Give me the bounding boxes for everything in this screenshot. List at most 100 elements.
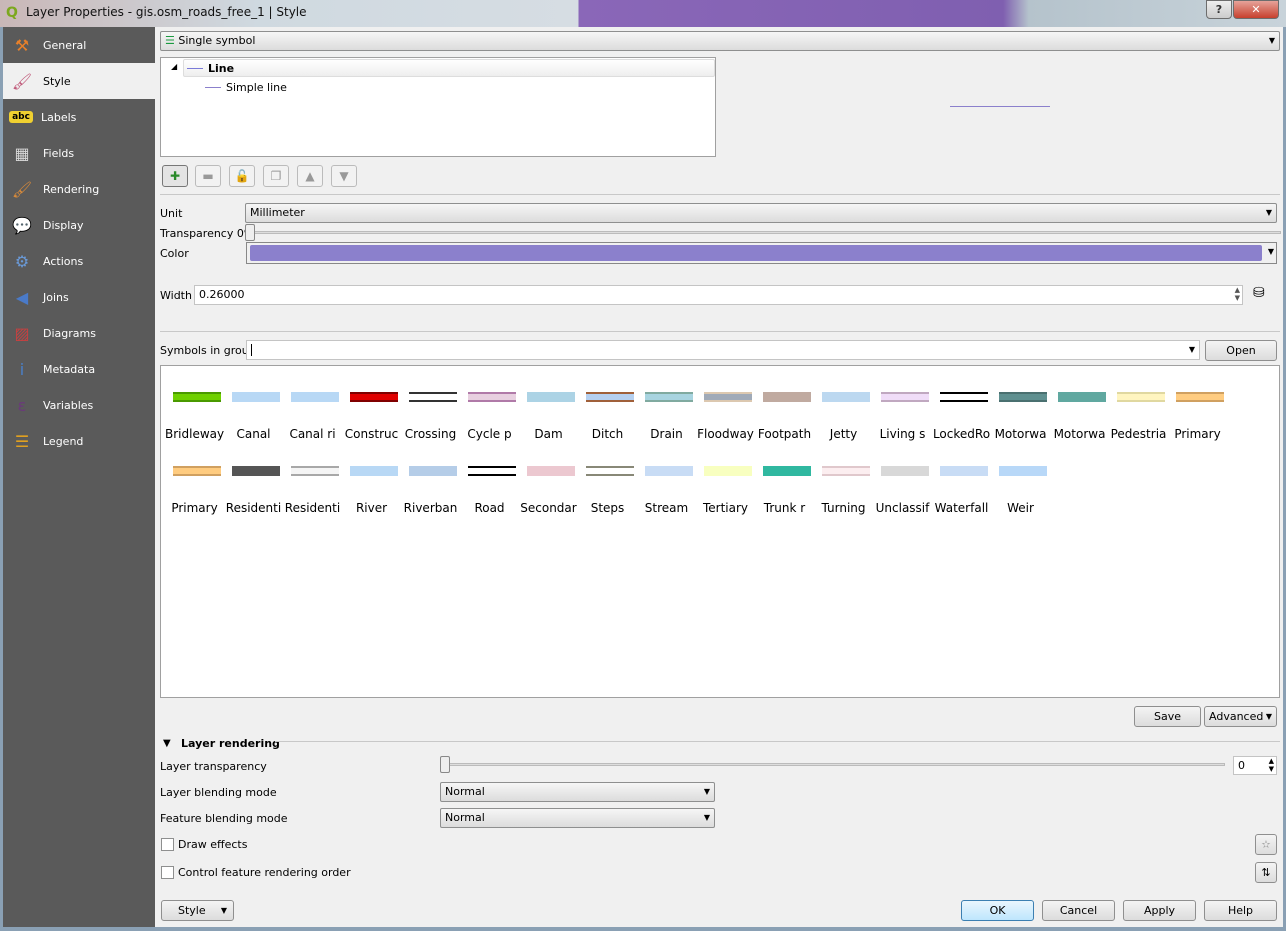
layer-transparency-handle[interactable] bbox=[440, 756, 450, 773]
color-button[interactable]: ▼ bbox=[246, 242, 1277, 264]
symbol-item[interactable]: Bridleway bbox=[165, 368, 224, 442]
symbol-grid[interactable]: Bridleway Canal Canal ri Construc Crossing Cy… bbox=[160, 365, 1280, 698]
symbol-item[interactable]: Crossing bbox=[401, 368, 460, 442]
symbol-item[interactable]: Unclassif bbox=[873, 442, 932, 516]
symbol-item[interactable]: Primary bbox=[165, 442, 224, 516]
symbol-item[interactable]: Dam bbox=[519, 368, 578, 442]
layer-transparency-slider[interactable] bbox=[443, 763, 1225, 766]
symbol-item[interactable]: Canal bbox=[224, 368, 283, 442]
symbol-item[interactable]: Motorwa bbox=[1050, 368, 1109, 442]
sidebar-item-labels[interactable]: abc Labels bbox=[3, 99, 155, 135]
symbol-item[interactable]: Cycle p bbox=[460, 368, 519, 442]
symbol-item[interactable]: Trunk r bbox=[755, 442, 814, 516]
symbol-item[interactable]: Drain bbox=[637, 368, 696, 442]
sidebar-item-joins[interactable]: ◀ Joins bbox=[3, 279, 155, 315]
move-up-button[interactable]: ▲ bbox=[297, 165, 323, 187]
layer-rendering-title[interactable]: Layer rendering bbox=[181, 737, 280, 750]
symbol-item[interactable]: Riverban bbox=[401, 442, 460, 516]
feature-blending-select[interactable]: Normal ▼ bbox=[440, 808, 715, 828]
tree-root-label: Line bbox=[208, 62, 235, 75]
help-button[interactable]: Help bbox=[1204, 900, 1277, 921]
sidebar-item-general[interactable]: ⚒ General bbox=[3, 27, 155, 63]
chevron-down-icon: ▼ bbox=[1265, 712, 1272, 721]
symbol-item[interactable]: Primary bbox=[1168, 368, 1227, 442]
control-order-checkbox[interactable] bbox=[161, 866, 174, 879]
apply-button[interactable]: Apply bbox=[1123, 900, 1196, 921]
sidebar-item-metadata[interactable]: i Metadata bbox=[3, 351, 155, 387]
rendering-order-button[interactable]: ⇅ bbox=[1255, 862, 1277, 883]
unit-select[interactable]: Millimeter ▼ bbox=[245, 203, 1277, 223]
symbol-item[interactable]: Waterfall bbox=[932, 442, 991, 516]
symbol-item[interactable]: River bbox=[342, 442, 401, 516]
save-button[interactable]: Save bbox=[1134, 706, 1201, 727]
advanced-button[interactable]: Advanced ▼ bbox=[1204, 706, 1277, 727]
legend-icon: ☰ bbox=[14, 431, 30, 451]
symbol-item[interactable]: Road bbox=[460, 442, 519, 516]
collapse-icon[interactable]: ◢ bbox=[171, 62, 177, 71]
symbol-swatch bbox=[350, 392, 398, 402]
layer-blending-select[interactable]: Normal ▼ bbox=[440, 782, 715, 802]
width-input[interactable]: 0.26000 ▲ ▼ bbox=[194, 285, 1243, 305]
qgis-logo-icon: Q bbox=[6, 5, 18, 21]
symbol-item[interactable]: LockedRo bbox=[932, 368, 991, 442]
symbol-swatch bbox=[645, 466, 693, 476]
remove-layer-button[interactable]: ▬ bbox=[195, 165, 221, 187]
sort-icon: ⇅ bbox=[1261, 866, 1271, 879]
sidebar-item-rendering[interactable]: 🖌 Rendering bbox=[3, 171, 155, 207]
draw-effects-checkbox[interactable] bbox=[161, 838, 174, 851]
tree-child-label: Simple line bbox=[226, 81, 287, 94]
sidebar-item-fields[interactable]: ▦ Fields bbox=[3, 135, 155, 171]
sidebar-item-diagrams[interactable]: ▨ Diagrams bbox=[3, 315, 155, 351]
collapse-arrow-icon[interactable]: ▼ bbox=[163, 738, 171, 749]
transparency-slider-handle[interactable] bbox=[245, 224, 255, 241]
open-library-button[interactable]: Open Library bbox=[1205, 340, 1277, 376]
sidebar-item-variables[interactable]: ε Variables bbox=[3, 387, 155, 423]
symbol-item[interactable]: Turning bbox=[814, 442, 873, 516]
help-window-button[interactable]: ? bbox=[1206, 0, 1232, 19]
spin-arrows-icon[interactable]: ▲ ▼ bbox=[1269, 757, 1274, 773]
symbol-item[interactable]: Steps bbox=[578, 442, 637, 516]
symbol-item[interactable]: Living s bbox=[873, 368, 932, 442]
renderer-select[interactable]: ☰ Single symbol ▼ bbox=[160, 31, 1280, 51]
symbol-item[interactable]: Footpath bbox=[755, 368, 814, 442]
symbol-swatch bbox=[409, 466, 457, 476]
control-order-label[interactable]: Control feature rendering order bbox=[178, 866, 351, 879]
symbol-item[interactable]: Motorwa bbox=[991, 368, 1050, 442]
symbol-item[interactable]: Weir bbox=[991, 442, 1050, 516]
symbol-layer-tree[interactable]: ◢ Line Simple line bbox=[160, 57, 716, 157]
spin-arrows-icon[interactable]: ▲ ▼ bbox=[1235, 286, 1240, 302]
symbol-group-select[interactable]: ▼ bbox=[246, 340, 1200, 360]
add-layer-button[interactable]: ✚ bbox=[162, 165, 188, 187]
symbol-item[interactable]: Construc bbox=[342, 368, 401, 442]
move-down-button[interactable]: ▼ bbox=[331, 165, 357, 187]
sidebar-item-legend[interactable]: ☰ Legend bbox=[3, 423, 155, 459]
effects-star-button[interactable]: ✫ bbox=[1255, 834, 1277, 855]
symbol-item[interactable]: Tertiary bbox=[696, 442, 755, 516]
symbol-name: Turning bbox=[821, 501, 866, 515]
sidebar-item-actions[interactable]: ⚙ Actions bbox=[3, 243, 155, 279]
sidebar-item-label: Diagrams bbox=[43, 326, 96, 340]
symbol-item[interactable]: Floodway bbox=[696, 368, 755, 442]
sidebar-item-style[interactable]: 🖌 Style bbox=[3, 63, 155, 99]
close-window-button[interactable]: ✕ bbox=[1233, 0, 1279, 19]
symbol-item[interactable]: Canal ri bbox=[283, 368, 342, 442]
tree-item-line[interactable]: Line bbox=[183, 59, 715, 77]
symbol-item[interactable]: Pedestria bbox=[1109, 368, 1168, 442]
data-defined-override-icon[interactable]: ⛁ bbox=[1253, 285, 1265, 301]
symbol-item[interactable]: Stream bbox=[637, 442, 696, 516]
symbol-item[interactable]: Residenti bbox=[224, 442, 283, 516]
symbol-item[interactable]: Secondar bbox=[519, 442, 578, 516]
transparency-slider[interactable] bbox=[251, 231, 1281, 234]
symbol-name: Riverban bbox=[403, 501, 458, 515]
duplicate-layer-button[interactable]: ❐ bbox=[263, 165, 289, 187]
lock-layer-button[interactable]: 🔓 bbox=[229, 165, 255, 187]
symbol-item[interactable]: Residenti bbox=[283, 442, 342, 516]
layer-transparency-spinbox[interactable]: 0 ▲ ▼ bbox=[1233, 756, 1277, 775]
symbol-item[interactable]: Ditch bbox=[578, 368, 637, 442]
style-menu-button[interactable]: Style ▼ bbox=[161, 900, 234, 921]
symbol-item[interactable]: Jetty bbox=[814, 368, 873, 442]
draw-effects-label[interactable]: Draw effects bbox=[178, 838, 247, 851]
cancel-button[interactable]: Cancel bbox=[1042, 900, 1115, 921]
ok-button[interactable]: OK bbox=[961, 900, 1034, 921]
sidebar-item-display[interactable]: 💬 Display bbox=[3, 207, 155, 243]
